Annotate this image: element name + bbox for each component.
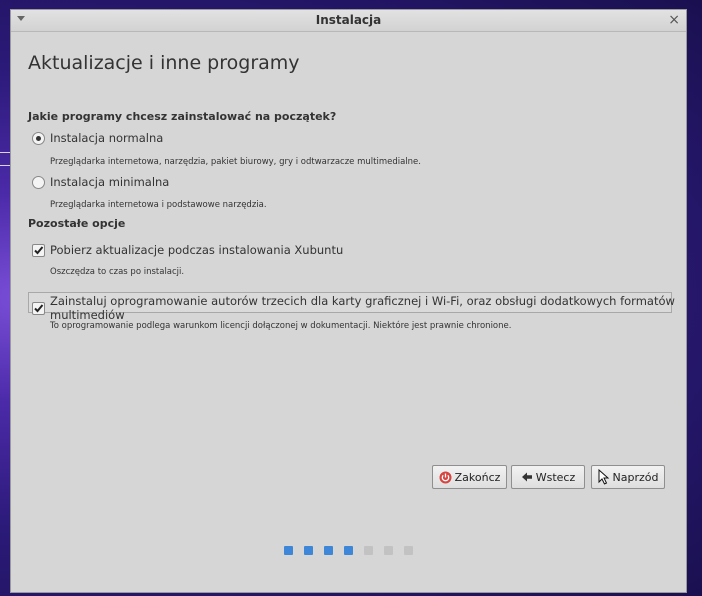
- checkbox-third-party-software[interactable]: Zainstaluj oprogramowanie autorów trzeci…: [32, 294, 686, 322]
- minimal-install-description: Przeglądarka internetowa i podstawowe na…: [50, 200, 267, 210]
- next-label: Naprzód: [612, 470, 659, 484]
- mouse-cursor-icon: [598, 469, 610, 485]
- checkbox-download-updates[interactable]: Pobierz aktualizacje podczas instalowani…: [32, 243, 343, 257]
- quit-button[interactable]: Zakończ: [432, 465, 507, 489]
- third-party-description: To oprogramowanie podlega warunkom licen…: [50, 321, 512, 331]
- quit-label: Zakończ: [454, 470, 501, 484]
- other-options-heading: Pozostałe opcje: [28, 217, 126, 230]
- checkbox-checked[interactable]: [32, 301, 45, 315]
- progress-indicator: [284, 546, 424, 555]
- download-updates-label: Pobierz aktualizacje podczas instalowani…: [50, 243, 344, 257]
- normal-install-description: Przeglądarka internetowa, narzędzia, pak…: [50, 157, 421, 167]
- power-icon: [439, 471, 452, 484]
- progress-dot-active: [284, 546, 293, 555]
- window-title: Instalacja: [315, 13, 382, 27]
- radio-normal-label: Instalacja normalna: [50, 131, 164, 145]
- progress-dot-inactive: [364, 546, 373, 555]
- page-title: Aktualizacje i inne programy: [28, 52, 300, 74]
- close-icon[interactable]: ×: [668, 12, 680, 28]
- title-bar: Instalacja ×: [11, 10, 686, 32]
- installer-window: Instalacja × Aktualizacje i inne program…: [10, 9, 687, 593]
- progress-dot-inactive: [384, 546, 393, 555]
- next-button[interactable]: Naprzód: [591, 465, 665, 489]
- radio-button-selected[interactable]: [32, 131, 45, 145]
- back-label: Wstecz: [535, 470, 576, 484]
- back-button[interactable]: Wstecz: [511, 465, 585, 489]
- radio-button[interactable]: [32, 175, 45, 189]
- third-party-label: Zainstaluj oprogramowanie autorów trzeci…: [50, 294, 675, 322]
- progress-dot-active: [304, 546, 313, 555]
- progress-dot-active: [344, 546, 353, 555]
- download-updates-description: Oszczędza to czas po instalacji.: [50, 267, 185, 277]
- radio-normal-install[interactable]: Instalacja normalna: [32, 131, 163, 145]
- checkbox-checked[interactable]: [32, 243, 45, 257]
- progress-dot-inactive: [404, 546, 413, 555]
- install-question: Jakie programy chcesz zainstalować na po…: [28, 110, 337, 123]
- radio-minimal-install[interactable]: Instalacja minimalna: [32, 175, 169, 189]
- arrow-left-icon: [521, 471, 533, 483]
- progress-dot-active: [324, 546, 333, 555]
- radio-minimal-label: Instalacja minimalna: [50, 175, 170, 189]
